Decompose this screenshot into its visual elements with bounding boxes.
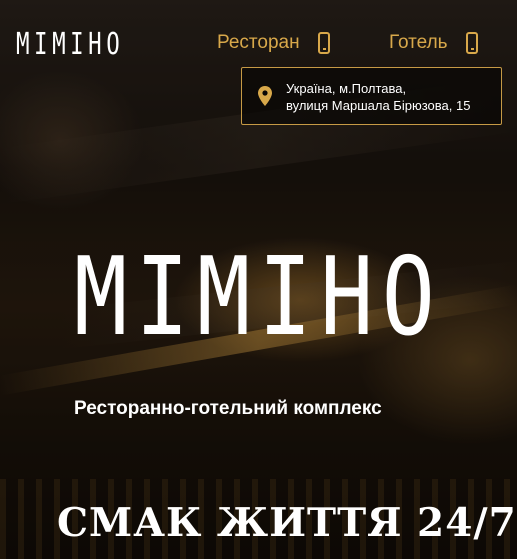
phone-icon xyxy=(317,32,330,54)
nav-restaurant-label: Ресторан xyxy=(217,32,300,53)
nav-hotel-label: Готель xyxy=(389,32,448,53)
header-logo[interactable]: MIMIHO xyxy=(16,29,124,61)
hero-slogan: СМАК ЖИТТЯ 24/7 xyxy=(57,500,517,546)
address-line-1: Україна, м.Полтава, xyxy=(286,81,407,96)
phone-icon xyxy=(465,32,478,54)
address-box[interactable]: Україна, м.Полтава, вулиця Маршала Бірюз… xyxy=(241,67,502,125)
nav-restaurant-link[interactable]: Ресторан xyxy=(217,32,330,54)
hero-logo: MIMIHO xyxy=(74,235,444,360)
hero-subtitle: Ресторанно-готельний комплекс xyxy=(74,398,382,419)
address-line-2: вулиця Маршала Бірюзова, 15 xyxy=(286,98,471,113)
map-pin-icon xyxy=(258,86,272,106)
nav-hotel-link[interactable]: Готель xyxy=(389,32,478,54)
